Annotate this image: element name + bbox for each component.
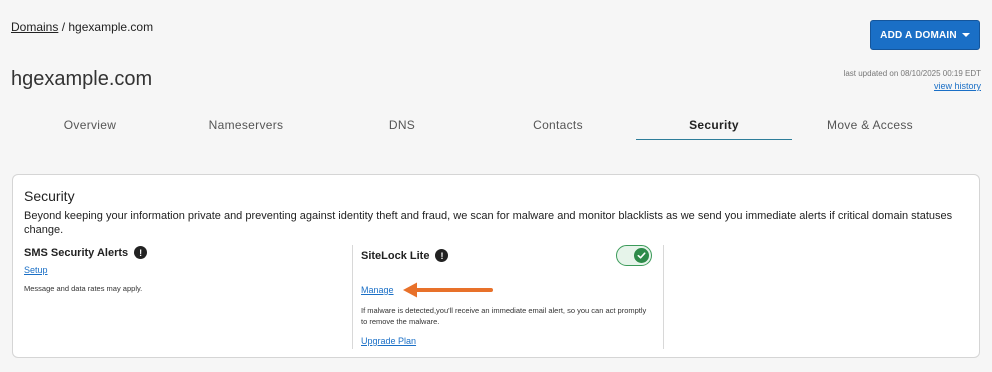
sitelock-toggle[interactable] [616,245,652,266]
add-domain-button[interactable]: ADD A DOMAIN [870,20,980,50]
upgrade-plan-link[interactable]: Upgrade Plan [361,336,416,346]
last-updated-text: last updated on 08/10/2025 00:19 EDT [843,69,981,78]
sitelock-heading: SiteLock Lite ! [361,249,449,262]
sitelock-title: SiteLock Lite [361,249,430,262]
breadcrumb-domains-link[interactable]: Domains [11,20,58,34]
tab-contacts[interactable]: Contacts [480,110,636,140]
tab-dns[interactable]: DNS [324,110,480,140]
info-icon[interactable]: ! [435,249,449,262]
security-description: Beyond keeping your information private … [24,210,953,236]
sitelock-note: If malware is detected,you'll receive an… [361,306,647,326]
sitelock-manage-link[interactable]: Manage [361,285,394,295]
left-arrow-icon [403,282,493,298]
check-icon [634,248,649,263]
column-divider [663,245,664,349]
sms-setup-link[interactable]: Setup [24,265,48,275]
add-domain-label: ADD A DOMAIN [880,29,957,41]
breadcrumb: Domains / hgexample.com [11,20,153,34]
sms-alerts-heading: SMS Security Alerts ! [24,246,148,259]
security-title: Security [24,188,75,204]
sms-alerts-title: SMS Security Alerts [24,246,129,259]
tab-overview[interactable]: Overview [12,110,168,140]
tab-nameservers[interactable]: Nameservers [168,110,324,140]
caret-down-icon [961,33,970,37]
column-divider [352,245,353,349]
tab-bar: Overview Nameservers DNS Contacts Securi… [12,110,968,140]
info-icon[interactable]: ! [134,246,148,259]
view-history-link[interactable]: view history [934,81,981,91]
security-card: Security Beyond keeping your information… [12,174,980,358]
tab-security[interactable]: Security [636,110,792,140]
tab-move-access[interactable]: Move & Access [792,110,948,140]
last-updated-block: last updated on 08/10/2025 00:19 EDT vie… [844,68,981,93]
breadcrumb-current: hgexample.com [68,20,154,34]
breadcrumb-separator: / [58,20,69,34]
sms-note: Message and data rates may apply. [24,284,143,293]
page-title: hgexample.com [11,68,153,90]
